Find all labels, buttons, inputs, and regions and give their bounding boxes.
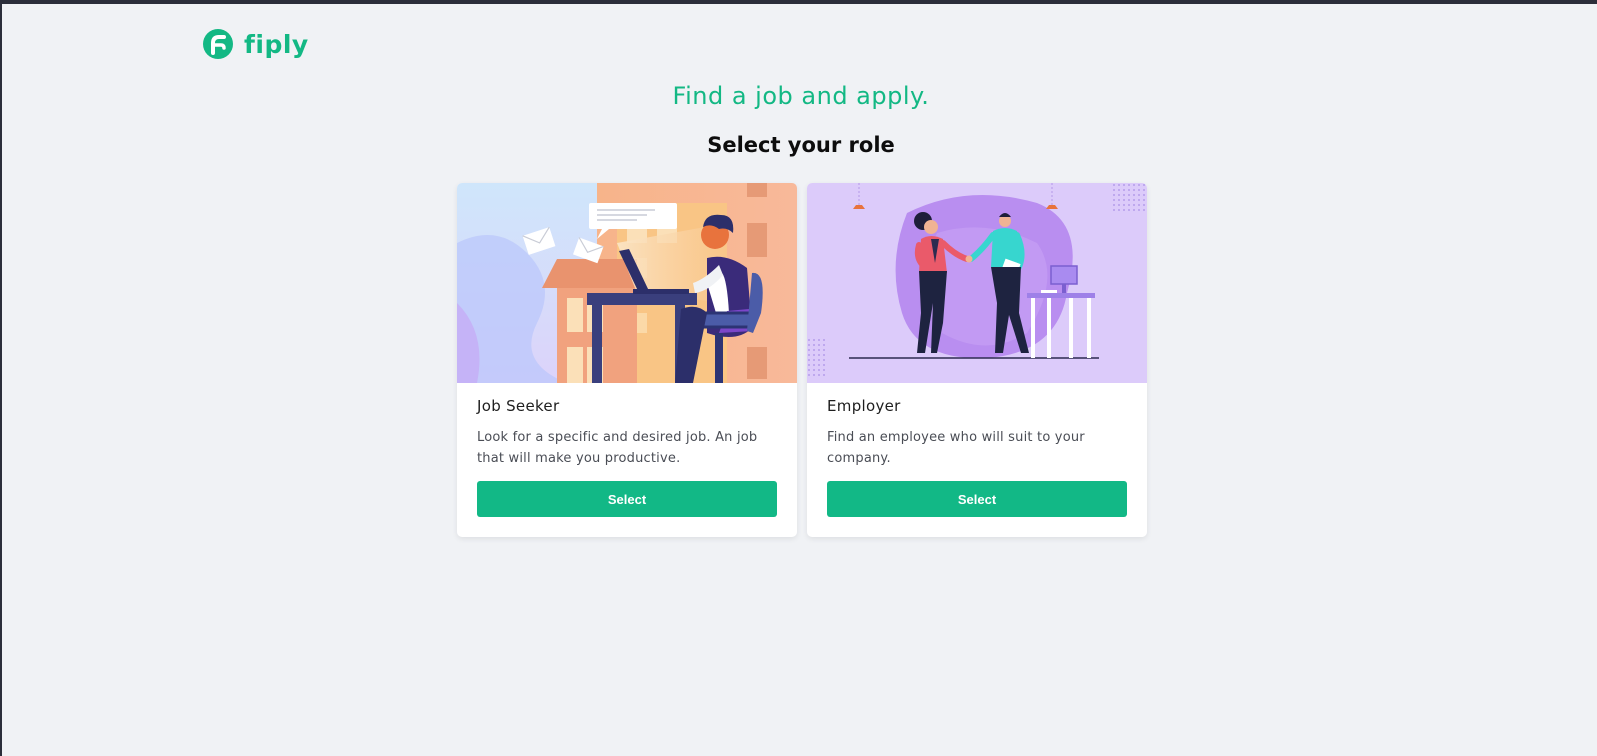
role-card-employer: Employer Find an employee who will suit …: [807, 183, 1147, 537]
select-employer-button[interactable]: Select: [827, 481, 1127, 517]
select-job-seeker-button[interactable]: Select: [477, 481, 777, 517]
job-seeker-illustration: [457, 183, 797, 383]
page-subheading: Select your role: [707, 133, 895, 157]
role-card-job-seeker: Job Seeker Look for a specific and desir…: [457, 183, 797, 537]
page-headline: Find a job and apply.: [672, 82, 930, 110]
window-left-border: [0, 0, 2, 756]
window-top-border: [0, 0, 1597, 4]
role-description: Look for a specific and desired job. An …: [477, 430, 758, 466]
brand-logo[interactable]: fiply: [202, 28, 309, 60]
role-title: Employer: [827, 397, 901, 415]
fiply-logo-icon: [203, 29, 233, 59]
employer-illustration: [807, 183, 1147, 383]
brand-name: fiply: [244, 29, 309, 59]
role-description: Find an employee who will suit to your c…: [827, 430, 1085, 466]
role-title: Job Seeker: [477, 397, 560, 415]
